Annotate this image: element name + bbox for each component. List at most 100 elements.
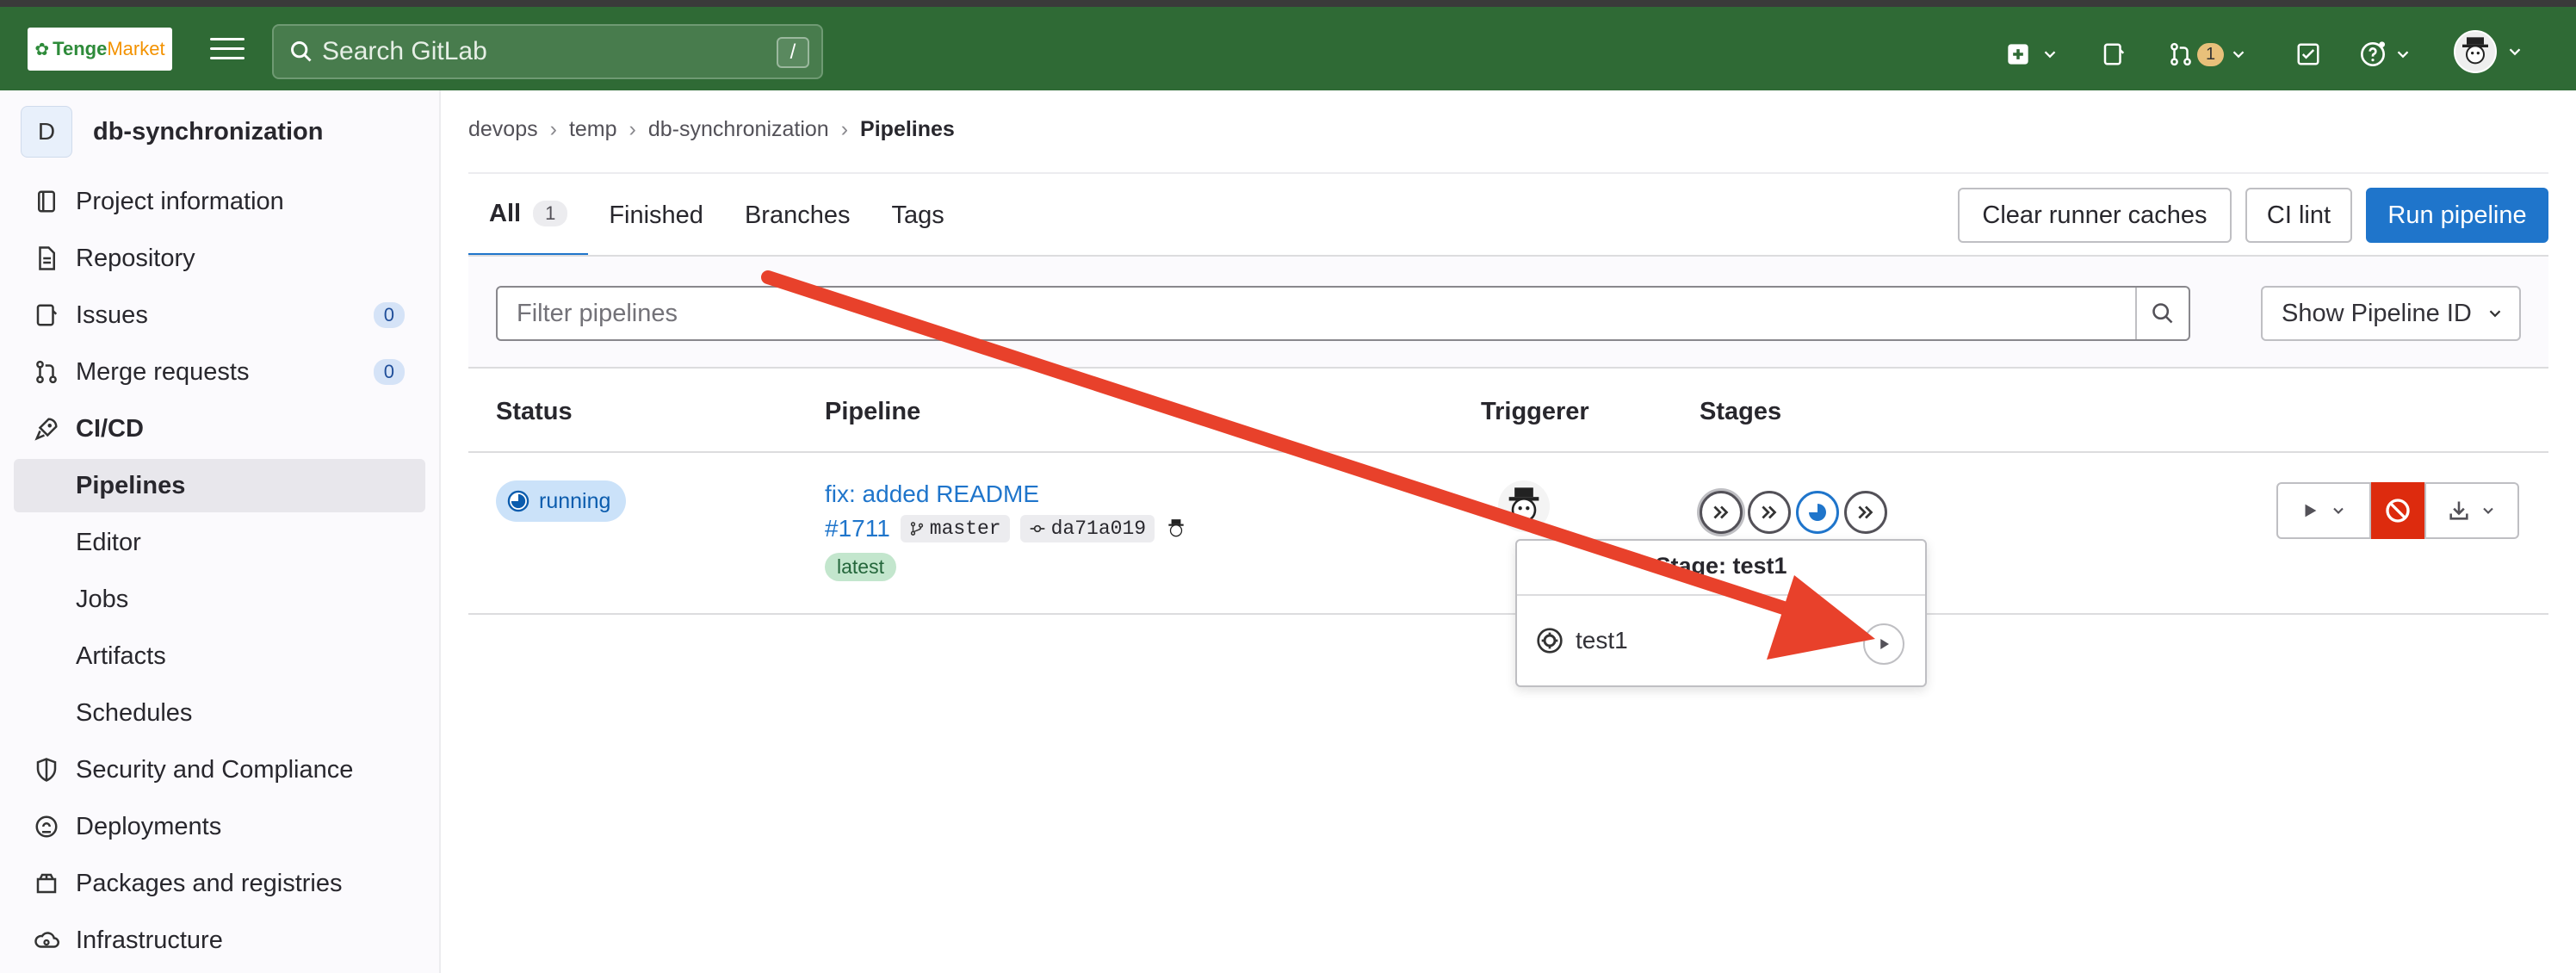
pipeline-tabs: All 1 Finished Branches Tags <box>468 174 965 257</box>
sidebar-item-artifacts[interactable]: Artifacts <box>14 629 425 683</box>
sidebar-item-jobs[interactable]: Jobs <box>14 573 425 626</box>
latest-badge: latest <box>825 553 896 581</box>
pipeline-commit-title[interactable]: fix: added README <box>825 480 1039 508</box>
tab-label: All <box>489 199 522 227</box>
sidebar-item-editor[interactable]: Editor <box>14 516 425 569</box>
user-menu[interactable] <box>2454 28 2524 76</box>
commit-author-avatar[interactable] <box>1165 517 1187 540</box>
tab-finished[interactable]: Finished <box>588 174 724 257</box>
sidebar-item-deployments[interactable]: Deployments <box>14 800 425 853</box>
todo-shortcut[interactable] <box>2295 40 2321 69</box>
sidebar-item-schedules[interactable]: Schedules <box>14 686 425 740</box>
merge-requests-dropdown[interactable]: 1 <box>2168 40 2248 69</box>
sidebar-item-project-information[interactable]: Project information <box>14 175 425 228</box>
merge-requests-count-badge: 0 <box>373 359 405 385</box>
run-job-button[interactable] <box>1863 623 1904 665</box>
logo-secondary-text: Market <box>107 38 165 59</box>
stage-skipped-button[interactable] <box>1748 491 1791 534</box>
cancel-pipeline-button[interactable] <box>2371 482 2424 539</box>
stage-running-button[interactable] <box>1796 491 1839 534</box>
table-row: running fix: added README #1711 master d… <box>468 455 2548 615</box>
merge-request-icon <box>31 359 62 385</box>
issues-icon <box>31 302 62 328</box>
sidebar-item-cicd[interactable]: CI/CD <box>14 402 425 456</box>
breadcrumb-link[interactable]: devops <box>468 117 538 142</box>
triggerer-avatar[interactable] <box>1498 480 1550 532</box>
breadcrumb-link[interactable]: temp <box>569 117 617 142</box>
project-header[interactable]: D db-synchronization <box>21 106 323 158</box>
job-name: test1 <box>1576 627 1628 654</box>
breadcrumb: devops › temp › db-synchronization › Pip… <box>468 117 955 142</box>
clear-runner-caches-button[interactable]: Clear runner caches <box>1958 188 2232 243</box>
stage-skipped-button[interactable] <box>1844 491 1887 534</box>
tab-all[interactable]: All 1 <box>468 174 589 257</box>
tab-count-badge: 1 <box>533 201 568 226</box>
run-pipeline-button[interactable]: Run pipeline <box>2366 188 2548 243</box>
cloud-gear-icon <box>31 927 62 953</box>
chevron-down-icon <box>2232 51 2245 59</box>
commit-sha[interactable]: da71a019 <box>1019 515 1155 542</box>
sidebar-item-label: Editor <box>76 528 141 556</box>
issues-shortcut[interactable] <box>2101 40 2127 69</box>
download-icon <box>2449 501 2468 520</box>
breadcrumb-current[interactable]: Pipelines <box>860 117 955 142</box>
top-navigation-bar: ✿ Tenge Market Search GitLab / 1 <box>0 7 2576 90</box>
chevron-down-icon <box>2044 51 2056 59</box>
sidebar-item-security[interactable]: Security and Compliance <box>14 743 425 796</box>
job-item[interactable]: test1 <box>1536 627 1628 654</box>
column-header-pipeline: Pipeline <box>825 398 921 425</box>
popover-title: Stage: test1 <box>1655 553 1787 579</box>
play-icon <box>2305 504 2317 517</box>
sidebar-item-repository[interactable]: Repository <box>14 232 425 285</box>
brand-logo[interactable]: ✿ Tenge Market <box>28 28 172 71</box>
window-top-strip <box>0 0 2576 7</box>
search-bar[interactable]: Search GitLab / <box>272 24 823 79</box>
sidebar-item-packages[interactable]: Packages and registries <box>14 857 425 910</box>
skipped-icon <box>1713 505 1729 519</box>
project-avatar: D <box>21 106 72 158</box>
todo-check-icon <box>2297 43 2319 65</box>
project-name: db-synchronization <box>93 117 324 146</box>
issues-count-badge: 0 <box>373 302 405 328</box>
tab-tags[interactable]: Tags <box>870 174 964 257</box>
sidebar-item-label: Project information <box>76 187 284 215</box>
cancel-icon <box>2386 499 2410 523</box>
ci-lint-button[interactable]: CI lint <box>2245 188 2352 243</box>
pipeline-id-select[interactable]: Show Pipeline ID <box>2261 286 2521 341</box>
issues-icon <box>2103 43 2125 65</box>
branch-ref[interactable]: master <box>900 515 1010 542</box>
status-badge[interactable]: running <box>496 480 627 522</box>
sidebar-item-infrastructure[interactable]: Infrastructure <box>14 914 425 967</box>
branch-icon <box>910 522 923 536</box>
divider <box>1517 594 1925 596</box>
user-avatar <box>2454 30 2497 73</box>
stage-skipped-button[interactable] <box>1700 491 1743 534</box>
avatar-image-icon <box>1168 519 1184 537</box>
download-artifacts-dropdown[interactable] <box>2424 482 2519 539</box>
project-sidebar: D db-synchronization Project information… <box>0 90 441 973</box>
plus-square-icon <box>2008 44 2028 65</box>
breadcrumb-link[interactable]: db-synchronization <box>648 117 829 142</box>
chevron-down-icon <box>2333 507 2344 514</box>
pipeline-meta: #1711 master da71a019 <box>825 515 1187 542</box>
help-dropdown[interactable] <box>2359 40 2412 69</box>
sidebar-item-issues[interactable]: Issues 0 <box>14 288 425 342</box>
branch-name: master <box>929 517 1001 540</box>
commit-icon <box>1030 524 1044 533</box>
sidebar-item-merge-requests[interactable]: Merge requests 0 <box>14 345 425 399</box>
document-icon <box>31 245 62 271</box>
skipped-icon <box>1858 505 1873 519</box>
running-status-icon <box>507 490 529 512</box>
create-new-dropdown[interactable] <box>2006 40 2059 69</box>
select-label: Show Pipeline ID <box>2282 299 2472 327</box>
sidebar-item-pipelines[interactable]: Pipelines <box>14 459 425 512</box>
running-status-icon <box>1809 504 1826 521</box>
pipeline-id-link[interactable]: #1711 <box>825 515 890 542</box>
tab-label: Tags <box>891 201 944 229</box>
filter-pipelines-input[interactable]: Filter pipelines <box>496 286 2190 341</box>
menu-icon[interactable] <box>210 38 245 62</box>
chevron-down-icon <box>2489 310 2501 318</box>
filter-search-button[interactable] <box>2135 288 2189 339</box>
tab-branches[interactable]: Branches <box>724 174 871 257</box>
manual-actions-dropdown[interactable] <box>2276 482 2371 539</box>
